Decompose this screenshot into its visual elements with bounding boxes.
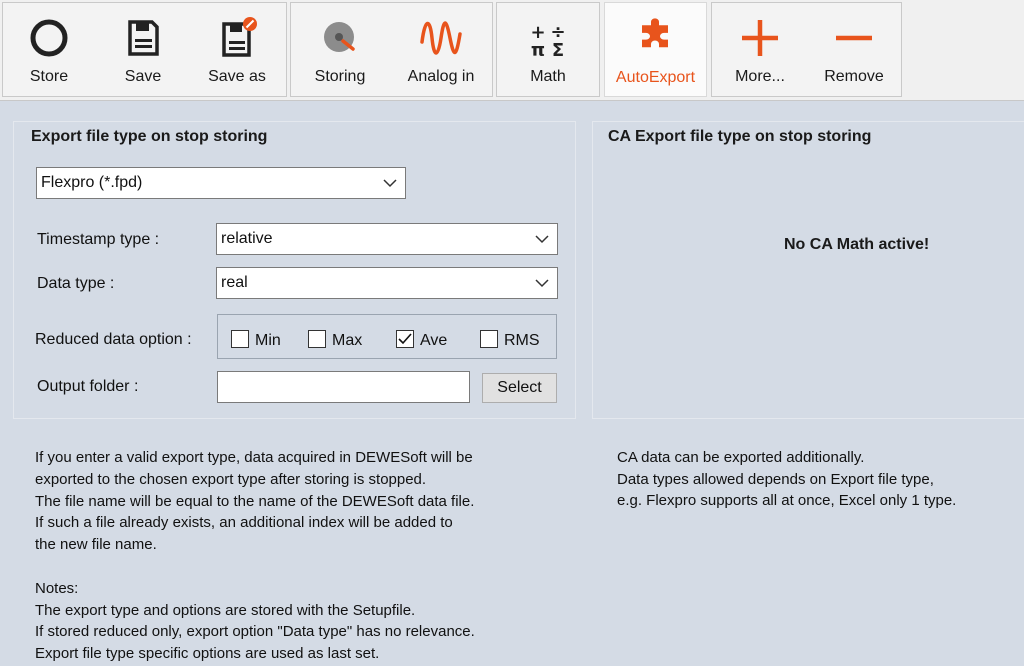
info-left-line: Export file type specific options are us…	[35, 645, 380, 663]
autoexport-button[interactable]: AutoExport	[604, 2, 707, 97]
chevron-down-icon	[535, 235, 549, 244]
timestamp-type-select[interactable]: relative	[216, 223, 558, 255]
ca-export-panel-heading: CA Export file type on stop storing	[608, 128, 872, 145]
toolbar: Store Save Save as Storing Analog in + ÷…	[0, 0, 1024, 101]
store-label: Store	[29, 68, 69, 85]
plus-icon	[742, 20, 778, 56]
remove-button[interactable]: Remove	[807, 2, 901, 97]
math-button[interactable]: + ÷ π Σ Math	[498, 2, 598, 97]
math-icon-pi: π	[531, 40, 545, 60]
reduced-data-options-group: Min Max Ave RMS	[217, 314, 557, 359]
analog-in-button[interactable]: Analog in	[390, 2, 492, 97]
analog-in-label: Analog in	[407, 68, 475, 85]
rms-checkbox-label: RMS	[504, 332, 540, 349]
sine-wave-icon	[420, 21, 462, 55]
export-file-type-value: Flexpro (*.fpd)	[41, 174, 143, 191]
timestamp-type-label: Timestamp type :	[37, 231, 160, 248]
storing-disc-icon	[324, 22, 355, 52]
export-panel-heading: Export file type on stop storing	[31, 128, 268, 145]
output-folder-input[interactable]	[217, 371, 470, 403]
storing-button[interactable]: Storing	[293, 2, 387, 97]
puzzle-piece-icon	[641, 18, 668, 48]
save-button[interactable]: Save	[98, 2, 188, 97]
ave-checkbox[interactable]	[396, 330, 414, 348]
ca-export-panel	[592, 121, 1024, 419]
floppy-disk-icon	[128, 20, 159, 56]
minus-icon	[836, 35, 872, 41]
checkmark-icon	[398, 333, 412, 345]
info-left-line: If stored reduced only, export option "D…	[35, 623, 475, 641]
store-button[interactable]: Store	[4, 2, 94, 97]
info-right-line: e.g. Flexpro supports all at once, Excel…	[617, 492, 957, 509]
info-right-line: Data types allowed depends on Export fil…	[617, 470, 934, 488]
chevron-down-icon	[535, 279, 549, 288]
rms-checkbox[interactable]	[480, 330, 498, 348]
max-checkbox[interactable]	[308, 330, 326, 348]
min-checkbox-label: Min	[255, 332, 281, 349]
save-as-label: Save as	[208, 68, 266, 85]
data-type-label: Data type :	[37, 275, 115, 292]
info-left-line: If such a file already exists, an additi…	[35, 514, 453, 532]
math-icon-sigma: Σ	[552, 40, 564, 60]
math-symbols-icon: + ÷ π Σ	[530, 22, 565, 60]
info-left-line: The export type and options are stored w…	[35, 601, 416, 619]
data-type-value: real	[221, 274, 248, 291]
record-circle-icon	[30, 19, 68, 57]
export-file-type-select[interactable]: Flexpro (*.fpd)	[36, 167, 406, 199]
save-as-button[interactable]: Save as	[190, 2, 284, 97]
output-folder-label: Output folder :	[37, 378, 139, 395]
remove-label: Remove	[824, 68, 884, 85]
info-left-line: If you enter a valid export type, data a…	[35, 449, 473, 466]
more-label: More...	[735, 68, 785, 85]
more-button[interactable]: More...	[713, 2, 807, 97]
min-checkbox[interactable]	[231, 330, 249, 348]
save-label: Save	[124, 68, 162, 85]
ave-checkbox-label: Ave	[420, 332, 448, 349]
data-type-select[interactable]: real	[216, 267, 558, 299]
info-left-line: The file name will be equal to the name …	[35, 492, 475, 510]
select-folder-button[interactable]: Select	[482, 373, 557, 403]
floppy-disk-edit-icon	[222, 17, 257, 57]
math-label: Math	[530, 68, 566, 85]
info-right-line: CA data can be exported additionally.	[617, 449, 865, 466]
chevron-down-icon	[383, 179, 397, 188]
info-left-line: Notes:	[35, 579, 79, 597]
max-checkbox-label: Max	[332, 332, 363, 349]
timestamp-type-value: relative	[221, 230, 273, 247]
autoexport-label: AutoExport	[615, 69, 696, 86]
reduced-data-option-label: Reduced data option :	[35, 331, 192, 348]
info-left-line: the new file name.	[35, 536, 157, 554]
storing-label: Storing	[314, 68, 366, 85]
no-ca-math-message: No CA Math active!	[784, 236, 930, 253]
info-left-line: exported to the chosen export type after…	[35, 470, 427, 488]
